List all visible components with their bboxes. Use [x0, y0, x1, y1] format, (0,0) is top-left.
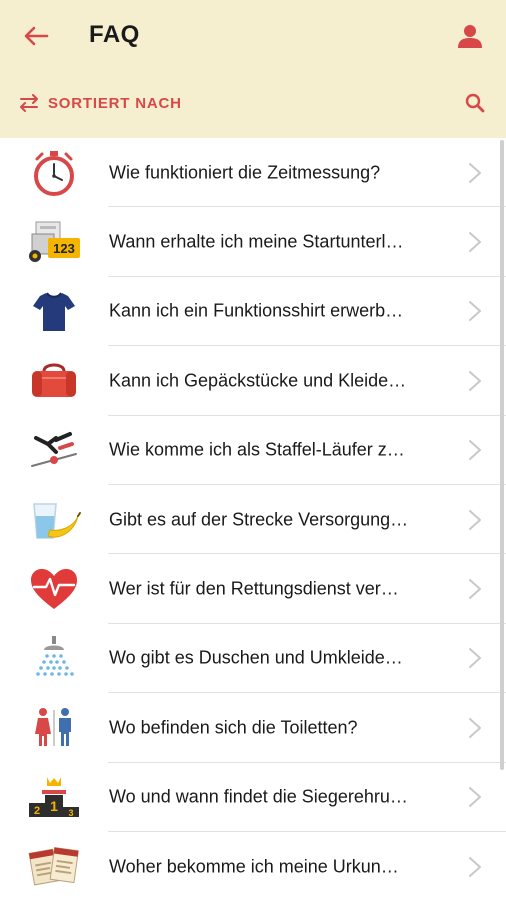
back-button[interactable]	[18, 20, 54, 52]
faq-question: Gibt es auf der Strecke Versorgung…	[109, 509, 409, 530]
heartbeat-icon	[31, 569, 77, 610]
search-icon	[465, 93, 485, 113]
svg-text:123: 123	[53, 241, 75, 256]
certificate-icon	[28, 846, 79, 886]
faq-item[interactable]: Kann ich Gepäckstücke und Kleide…	[0, 346, 506, 416]
stopwatch-icon	[34, 150, 74, 196]
sort-label: SORTIERT NACH	[48, 94, 182, 112]
faq-question: Wann erhalte ich meine Startunterl…	[109, 231, 404, 252]
start-documents-icon: 123	[29, 221, 80, 263]
faq-item[interactable]: Woher bekomme ich meine Urkun…	[0, 832, 506, 900]
chevron-right-icon	[469, 370, 481, 391]
faq-item[interactable]: 123 Wann erhalte ich meine Startunterl…	[0, 207, 506, 278]
water-banana-icon	[33, 502, 81, 539]
faq-item[interactable]: Wie funktioniert die Zeitmessung?	[0, 138, 506, 208]
chevron-right-icon	[469, 162, 481, 183]
chevron-right-icon	[469, 856, 481, 877]
tshirt-icon	[33, 292, 75, 332]
chevron-right-icon	[469, 787, 481, 808]
search-button[interactable]	[462, 90, 488, 116]
duffel-bag-icon	[32, 363, 76, 397]
faq-question: Wo gibt es Duschen und Umkleide…	[109, 647, 403, 668]
relay-handover-icon	[31, 432, 77, 468]
faq-list: Wie funktioniert die Zeitmessung? 123 Wa…	[0, 138, 506, 900]
faq-item[interactable]: Wie komme ich als Staffel-Läufer z…	[0, 416, 506, 486]
svg-text:2: 2	[34, 805, 40, 817]
app-header: FAQ SORTIERT NACH	[0, 0, 506, 138]
faq-item[interactable]: Wo gibt es Duschen und Umkleide…	[0, 624, 506, 694]
faq-item[interactable]: Wer ist für den Rettungsdienst ver…	[0, 554, 506, 625]
faq-item[interactable]: Wo befinden sich die Toiletten?	[0, 693, 506, 763]
top-bar: FAQ	[0, 0, 506, 72]
chevron-right-icon	[469, 440, 481, 461]
sort-button[interactable]: SORTIERT NACH	[18, 90, 182, 116]
faq-question: Wie komme ich als Staffel-Läufer z…	[109, 439, 405, 460]
chevron-right-icon	[469, 301, 481, 322]
faq-question: Wo und wann findet die Siegerehru…	[109, 786, 408, 807]
person-icon	[458, 25, 482, 48]
faq-item[interactable]: Kann ich ein Funktionsshirt erwerb…	[0, 277, 506, 347]
podium-icon: 1 2 3	[29, 777, 79, 818]
arrow-left-icon	[24, 26, 49, 46]
sort-bar: SORTIERT NACH	[0, 80, 506, 128]
shower-icon	[36, 636, 74, 677]
faq-question: Wo befinden sich die Toiletten?	[109, 717, 358, 738]
swap-arrows-icon	[20, 94, 38, 112]
toilet-icon	[35, 707, 71, 746]
scrollbar[interactable]	[500, 140, 504, 770]
faq-question: Woher bekomme ich meine Urkun…	[109, 856, 399, 877]
chevron-right-icon	[469, 648, 481, 669]
faq-question: Wie funktioniert die Zeitmessung?	[109, 162, 381, 183]
svg-text:3: 3	[68, 808, 73, 818]
chevron-right-icon	[469, 579, 481, 600]
chevron-right-icon	[469, 509, 481, 530]
faq-question: Kann ich Gepäckstücke und Kleide…	[109, 370, 407, 391]
chevron-right-icon	[469, 717, 481, 738]
page-title: FAQ	[89, 21, 140, 48]
faq-item[interactable]: Gibt es auf der Strecke Versorgung…	[0, 485, 506, 555]
svg-text:1: 1	[50, 798, 58, 814]
chevron-right-icon	[469, 232, 481, 253]
faq-question: Kann ich ein Funktionsshirt erwerb…	[109, 300, 404, 321]
faq-question: Wer ist für den Rettungsdienst ver…	[109, 578, 399, 599]
faq-item[interactable]: 1 2 3 Wo und wann findet die Siegerehru…	[0, 763, 506, 833]
profile-button[interactable]	[454, 20, 486, 52]
